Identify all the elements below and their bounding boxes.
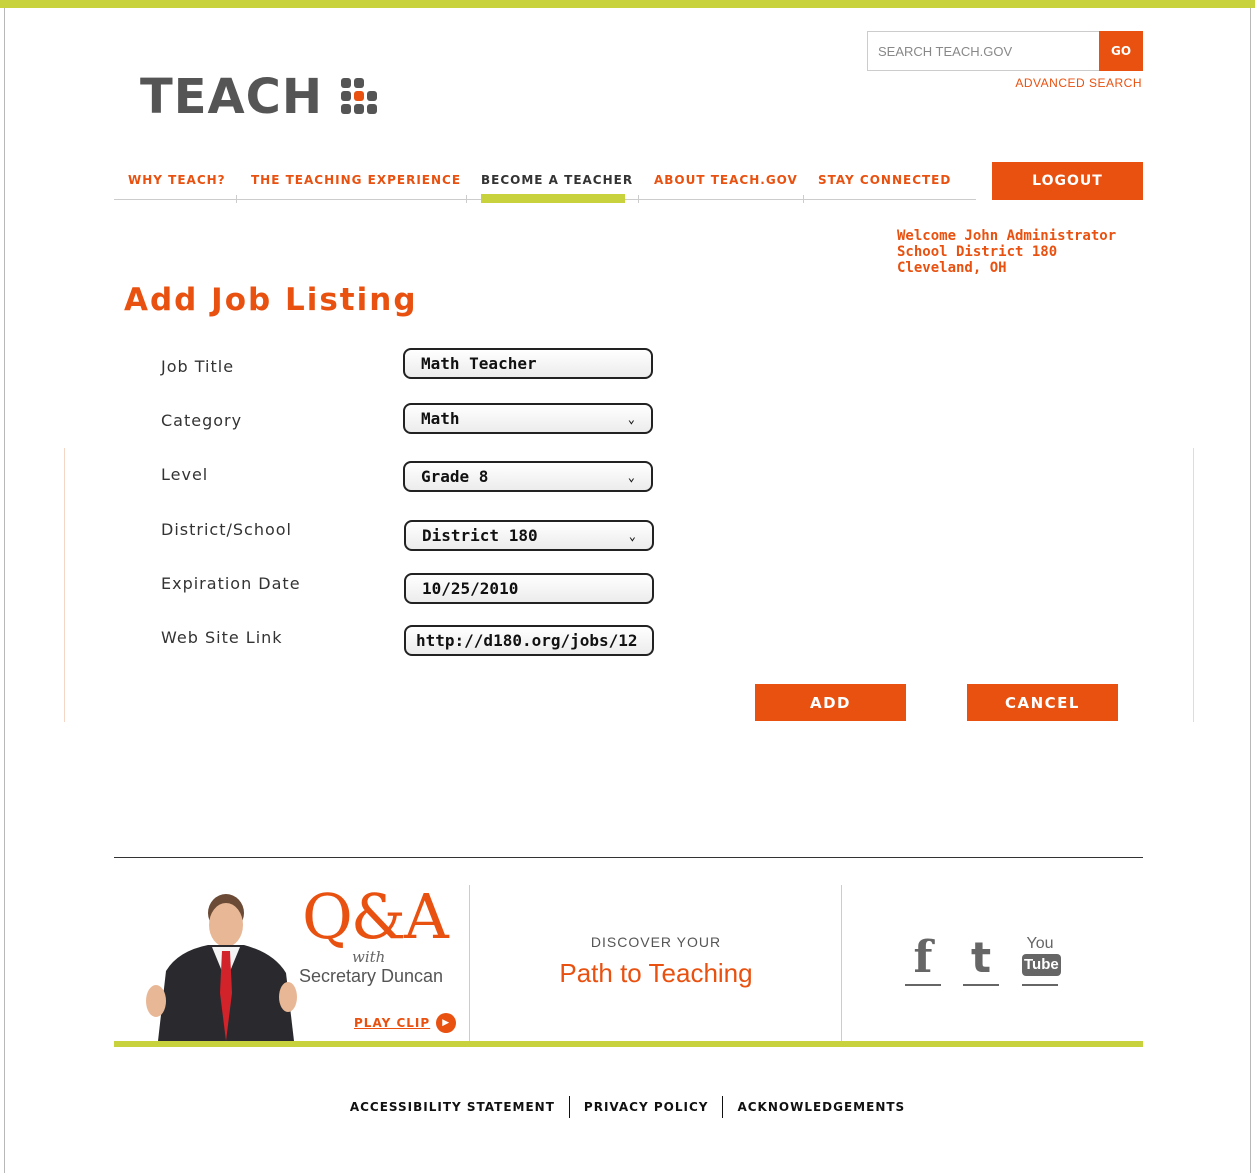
welcome-location: Cleveland, OH — [897, 260, 1007, 276]
qa-with: with — [352, 948, 386, 966]
search-bar: GO — [867, 31, 1143, 71]
window-border-left — [4, 8, 5, 1173]
footer-accent-bar — [114, 1041, 1143, 1047]
window-border-right — [1250, 8, 1251, 1173]
privacy-policy-link[interactable]: PRIVACY POLICY — [570, 1100, 723, 1114]
nav-item-become-a-teacher[interactable]: BECOME A TEACHER — [481, 173, 633, 187]
facebook-icon[interactable]: f — [905, 936, 941, 986]
logo-text: TEACH — [140, 69, 324, 125]
nav-item-teaching-experience[interactable]: THE TEACHING EXPERIENCE — [251, 173, 461, 187]
logo-dots-icon — [341, 78, 378, 116]
top-accent-bar — [0, 0, 1255, 8]
play-icon: ▶ — [436, 1013, 457, 1033]
expiration-date-field[interactable] — [404, 573, 654, 604]
advanced-search-link[interactable]: ADVANCED SEARCH — [1015, 76, 1142, 90]
play-clip-label: PLAY CLIP — [354, 1016, 431, 1030]
teach-logo[interactable]: TEACH — [140, 69, 378, 125]
add-button[interactable]: ADD — [755, 684, 906, 721]
website-label: Web Site Link — [161, 628, 283, 647]
discover-label: DISCOVER YOUR — [590, 934, 722, 950]
welcome-district: School District 180 — [897, 244, 1058, 260]
welcome-block: Welcome John Administrator School Distri… — [897, 228, 1116, 276]
nav-item-about-teach-gov[interactable]: ABOUT TEACH.GOV — [654, 173, 798, 187]
qa-secretary-name: Secretary Duncan — [299, 966, 444, 986]
acknowledgements-link[interactable]: ACKNOWLEDGEMENTS — [723, 1100, 919, 1114]
category-label: Category — [161, 411, 243, 430]
nav-item-stay-connected[interactable]: STAY CONNECTED — [818, 173, 951, 187]
qa-title: Q&A — [302, 880, 449, 953]
footer-links: ACCESSIBILITY STATEMENT PRIVACY POLICY A… — [0, 1096, 1255, 1118]
path-to-teaching-link[interactable]: Path to Teaching — [470, 958, 842, 989]
nav-active-indicator — [481, 194, 625, 203]
form-panel-edge-left — [64, 448, 65, 722]
expiration-label: Expiration Date — [161, 574, 301, 593]
play-clip-link[interactable]: PLAY CLIP ▶ — [354, 1013, 457, 1033]
district-select[interactable]: District 180 ⌄ — [404, 520, 654, 551]
level-value: Grade 8 — [421, 467, 489, 486]
chevron-down-icon: ⌄ — [628, 528, 636, 543]
cancel-button[interactable]: CANCEL — [967, 684, 1118, 721]
main-nav: WHY TEACH? THE TEACHING EXPERIENCE BECOM… — [114, 160, 1144, 204]
nav-separator — [638, 195, 639, 203]
nav-separator — [466, 195, 467, 203]
twitter-icon[interactable]: t — [963, 936, 999, 986]
footer-top-divider — [114, 857, 1143, 858]
nav-separator — [236, 195, 237, 203]
job-title-label: Job Title — [161, 357, 235, 376]
youtube-icon[interactable]: You Tube — [1022, 936, 1061, 986]
search-input[interactable] — [867, 31, 1099, 71]
accessibility-statement-link[interactable]: ACCESSIBILITY STATEMENT — [336, 1100, 569, 1114]
page-title: Add Job Listing — [124, 282, 418, 318]
logout-button[interactable]: LOGOUT — [992, 162, 1143, 200]
website-link-field[interactable] — [404, 625, 654, 656]
secretary-duncan-photo[interactable] — [138, 893, 298, 1041]
nav-separator — [803, 195, 804, 203]
chevron-down-icon: ⌄ — [627, 411, 635, 426]
level-label: Level — [161, 465, 209, 484]
nav-item-why-teach[interactable]: WHY TEACH? — [128, 173, 226, 187]
form-panel-edge-right — [1193, 448, 1194, 722]
category-select[interactable]: Math ⌄ — [403, 403, 653, 434]
category-value: Math — [421, 409, 460, 428]
welcome-user: Welcome John Administrator — [897, 228, 1117, 244]
search-go-button[interactable]: GO — [1099, 31, 1143, 71]
job-title-field[interactable] — [403, 348, 653, 379]
district-value: District 180 — [422, 526, 538, 545]
district-label: District/School — [161, 520, 292, 539]
level-select[interactable]: Grade 8 ⌄ — [403, 461, 653, 492]
chevron-down-icon: ⌄ — [627, 469, 635, 484]
